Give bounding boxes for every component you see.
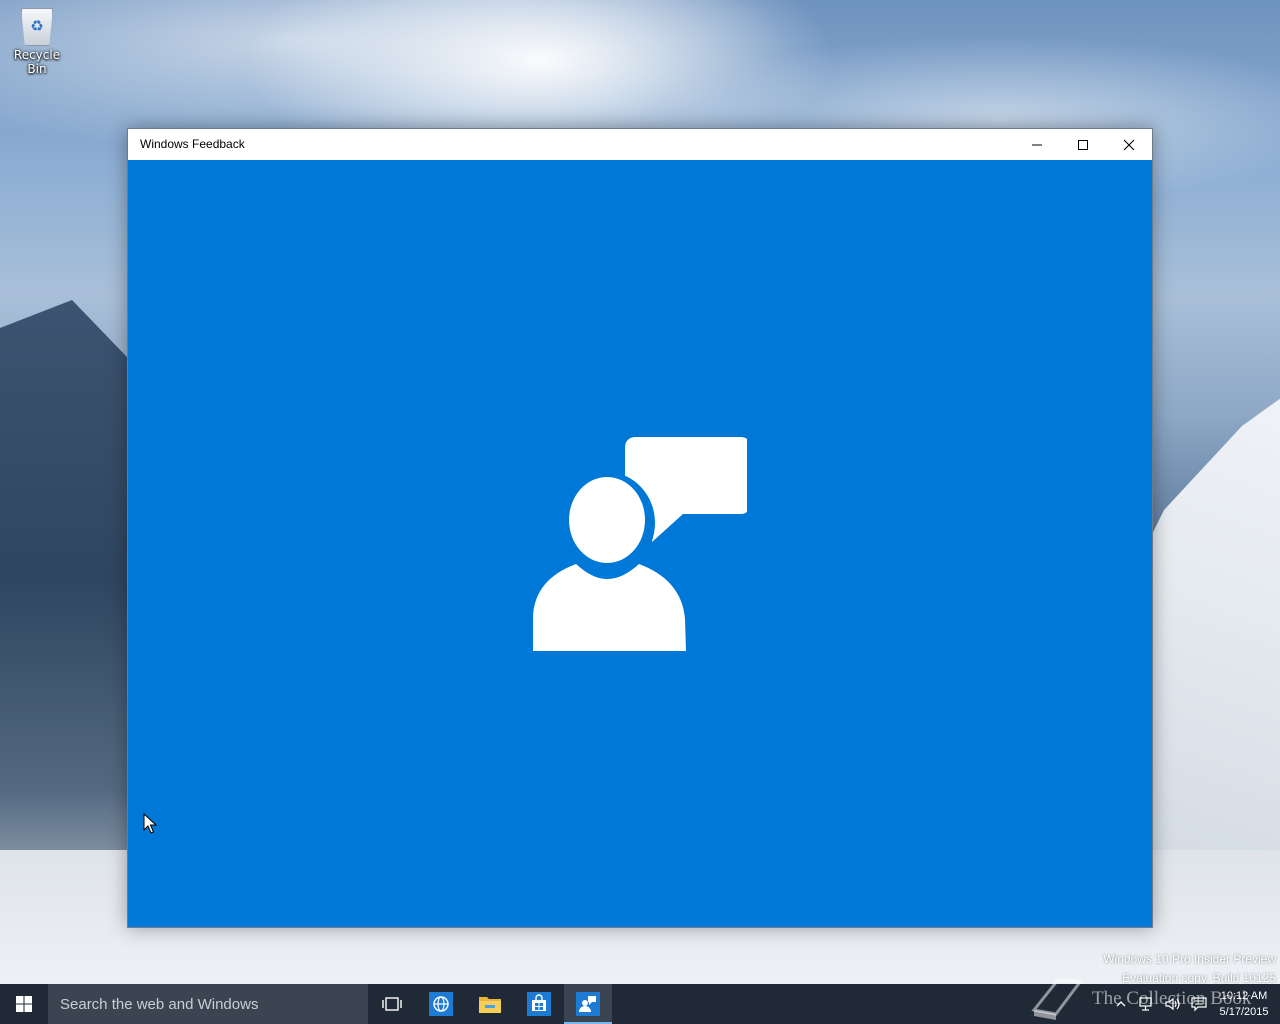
- search-placeholder: Search the web and Windows: [60, 995, 259, 1013]
- clock-time: 10:12 AM: [1220, 990, 1268, 1002]
- evaluation-watermark: Windows 10 Pro Insider Preview Evaluatio…: [1103, 950, 1276, 984]
- watermark-line-2: Evaluation copy. Build 10125: [1122, 971, 1276, 984]
- minimize-icon: [1032, 144, 1042, 145]
- window-title: Windows Feedback: [140, 137, 245, 151]
- desktop-icon-recycle-bin[interactable]: Recycle Bin: [4, 8, 70, 76]
- file-explorer-icon: [479, 997, 501, 1013]
- clock-date: 5/17/2015: [1219, 1006, 1269, 1018]
- watermark-line-1: Windows 10 Pro Insider Preview: [1103, 952, 1276, 966]
- show-hidden-icons-icon[interactable]: [1115, 996, 1127, 1012]
- book-logo-icon: [1031, 978, 1083, 1020]
- volume-icon[interactable]: [1164, 996, 1182, 1012]
- action-center-icon[interactable]: [1190, 996, 1208, 1012]
- maximize-button[interactable]: [1060, 129, 1106, 160]
- task-view-icon: [382, 997, 402, 1011]
- feedback-person-speech-icon: [533, 437, 747, 651]
- file-explorer-button[interactable]: [466, 984, 514, 1024]
- task-view-button[interactable]: [368, 984, 416, 1024]
- mouse-pointer: [143, 813, 157, 834]
- title-bar[interactable]: Windows Feedback: [128, 129, 1152, 160]
- windows-feedback-taskbar-button[interactable]: [564, 984, 612, 1024]
- internet-explorer-icon: [429, 992, 453, 1016]
- maximize-icon: [1078, 139, 1088, 150]
- internet-explorer-button[interactable]: [417, 984, 465, 1024]
- taskbar: Search the web and Windows The Collectio…: [0, 978, 1280, 1024]
- windows-logo-icon: [16, 996, 32, 1012]
- network-icon[interactable]: [1138, 996, 1156, 1012]
- search-box[interactable]: Search the web and Windows: [48, 984, 368, 1024]
- desktop-icon-label: Recycle Bin: [13, 48, 61, 76]
- store-icon: [527, 992, 551, 1016]
- close-icon: [1123, 139, 1135, 150]
- start-button[interactable]: [0, 984, 48, 1024]
- splash-screen: [128, 160, 1152, 927]
- minimize-button[interactable]: [1014, 129, 1060, 160]
- store-button[interactable]: [515, 984, 563, 1024]
- windows-feedback-window[interactable]: Windows Feedback: [127, 128, 1153, 928]
- recycle-bin-icon: [21, 8, 53, 46]
- clock[interactable]: 10:12 AM 5/17/2015: [1214, 988, 1274, 1020]
- close-button[interactable]: [1106, 129, 1152, 160]
- windows-feedback-icon: [576, 992, 600, 1016]
